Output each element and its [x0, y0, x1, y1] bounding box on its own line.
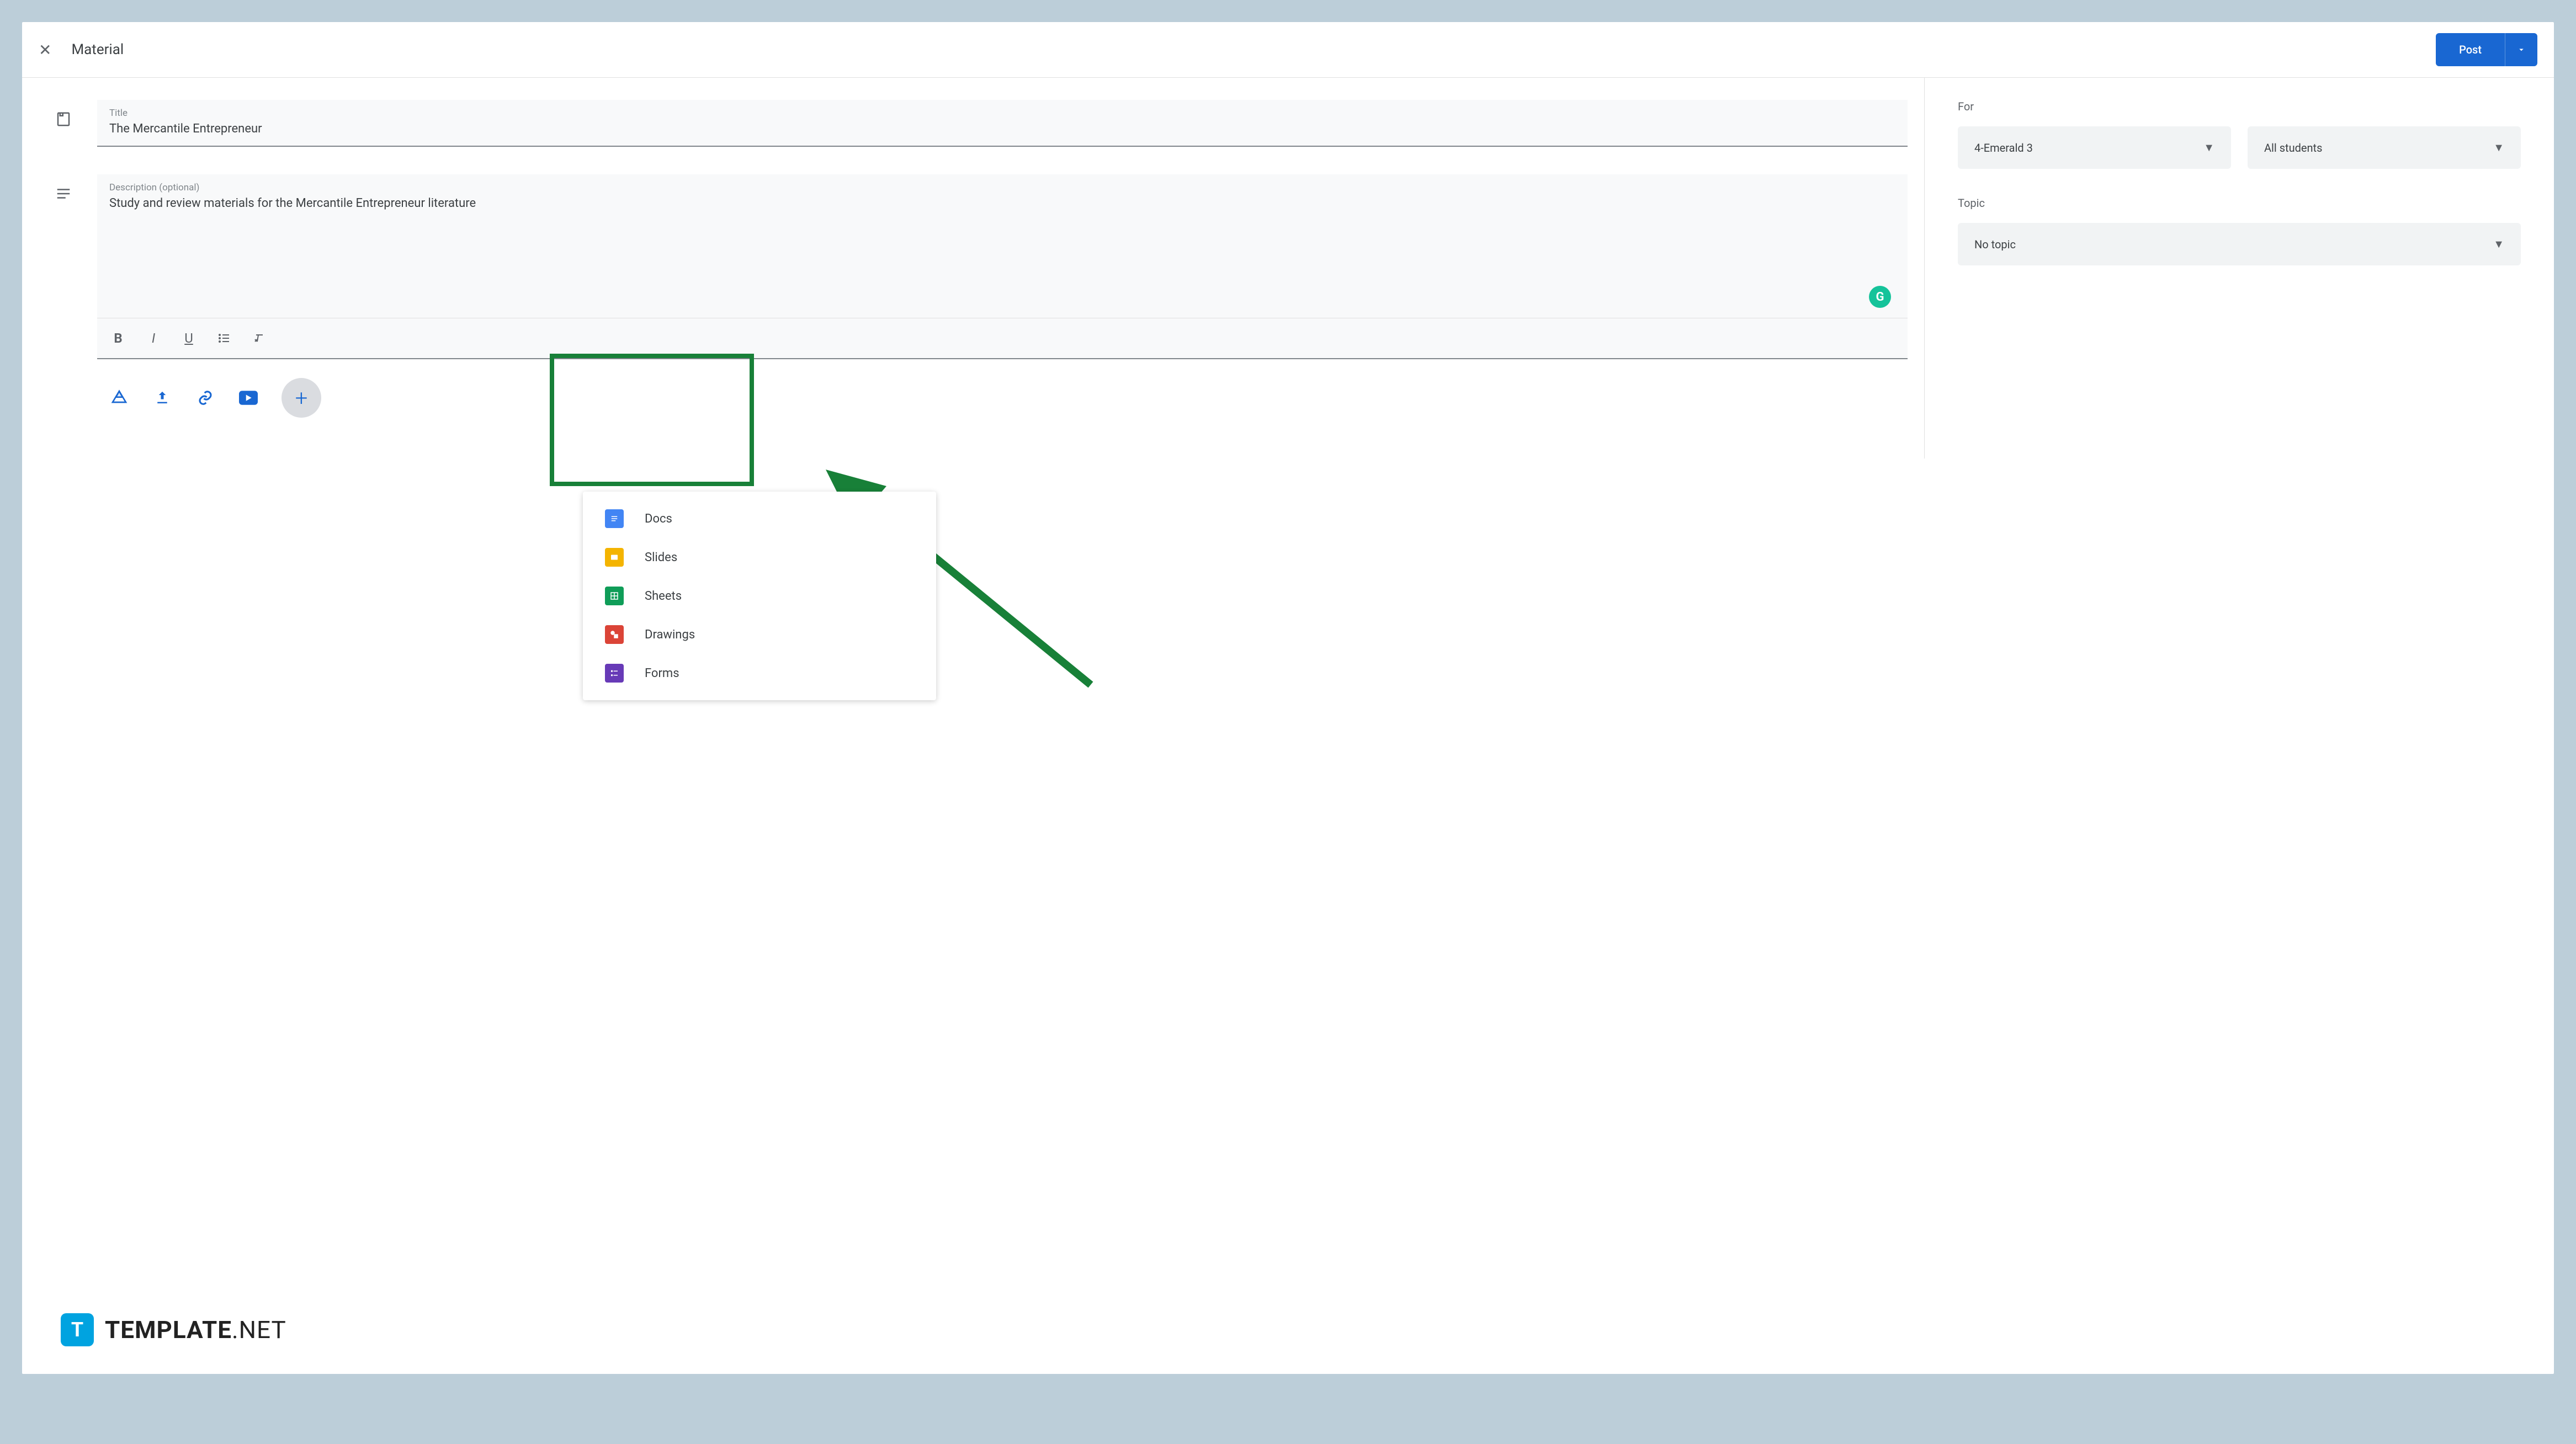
main-column: Title The Mercantile Entrepreneur Descri… — [22, 78, 1925, 459]
description-field[interactable]: Description (optional) Study and review … — [97, 174, 1908, 318]
create-menu: Docs Slides — [583, 492, 936, 700]
watermark-suffix: .NET — [232, 1315, 286, 1344]
body: Title The Mercantile Entrepreneur Descri… — [22, 78, 2554, 459]
title-row: Title The Mercantile Entrepreneur — [55, 100, 1908, 147]
docs-icon — [605, 509, 624, 528]
title-label: Title — [109, 108, 1895, 119]
link-icon[interactable] — [195, 388, 215, 408]
description-container: Description (optional) Study and review … — [97, 174, 1908, 436]
menu-item-label: Sheets — [645, 589, 682, 603]
sheets-icon — [605, 587, 624, 605]
youtube-icon[interactable] — [238, 388, 258, 408]
close-icon[interactable]: ✕ — [39, 41, 51, 59]
topic-label: Topic — [1958, 196, 2521, 210]
page-title: Material — [71, 41, 124, 58]
description-value: Study and review materials for the Merca… — [109, 196, 1895, 210]
menu-item-label: Docs — [645, 512, 672, 526]
slides-icon — [605, 548, 624, 567]
create-plus-button[interactable]: + — [281, 378, 321, 418]
watermark-icon: T — [61, 1313, 94, 1346]
header-left: ✕ Material — [39, 41, 124, 59]
drive-icon[interactable] — [109, 388, 129, 408]
description-icon — [55, 174, 75, 202]
watermark: T TEMPLATE.NET — [61, 1313, 286, 1346]
format-toolbar: B I U — [97, 318, 1908, 359]
forms-icon — [605, 664, 624, 683]
title-value: The Mercantile Entrepreneur — [109, 122, 1895, 136]
post-dropdown-button[interactable] — [2505, 33, 2537, 66]
menu-item-label: Forms — [645, 667, 679, 680]
material-editor-window: ✕ Material Post Title The Mercantile Ent… — [22, 22, 2554, 1374]
upload-icon[interactable] — [152, 388, 172, 408]
students-dropdown[interactable]: All students ▼ — [2248, 126, 2521, 169]
italic-button[interactable]: I — [145, 329, 162, 347]
watermark-text: TEMPLATE.NET — [105, 1315, 286, 1344]
class-dropdown[interactable]: 4-Emerald 3 ▼ — [1958, 126, 2231, 169]
title-icon — [55, 100, 75, 127]
watermark-brand: TEMPLATE — [105, 1315, 232, 1344]
for-row: 4-Emerald 3 ▼ All students ▼ — [1958, 126, 2521, 169]
drawings-icon — [605, 625, 624, 644]
attach-row: + Docs — [97, 359, 1908, 436]
chevron-down-icon: ▼ — [2493, 237, 2504, 251]
menu-item-forms[interactable]: Forms — [583, 654, 936, 692]
post-button[interactable]: Post — [2436, 33, 2505, 66]
chevron-down-icon: ▼ — [2203, 141, 2214, 154]
menu-item-label: Slides — [645, 551, 677, 564]
bold-button[interactable]: B — [109, 329, 127, 347]
grammarly-icon[interactable]: G — [1869, 286, 1891, 308]
topic-value: No topic — [1974, 238, 2016, 251]
title-field[interactable]: Title The Mercantile Entrepreneur — [97, 100, 1908, 147]
description-row: Description (optional) Study and review … — [55, 174, 1908, 436]
underline-button[interactable]: U — [180, 329, 198, 347]
description-label: Description (optional) — [109, 182, 1895, 193]
class-value: 4-Emerald 3 — [1974, 141, 2033, 154]
menu-item-label: Drawings — [645, 628, 695, 642]
annotation-highlight-box — [550, 354, 754, 486]
bullet-list-button[interactable] — [215, 329, 233, 347]
menu-item-docs[interactable]: Docs — [583, 499, 936, 538]
post-button-group: Post — [2436, 33, 2537, 66]
clear-format-button[interactable] — [251, 329, 268, 347]
topic-dropdown[interactable]: No topic ▼ — [1958, 223, 2521, 265]
header-bar: ✕ Material Post — [22, 22, 2554, 78]
chevron-down-icon — [2516, 45, 2526, 55]
menu-item-sheets[interactable]: Sheets — [583, 577, 936, 615]
menu-item-slides[interactable]: Slides — [583, 538, 936, 577]
students-value: All students — [2264, 141, 2322, 154]
sidebar: For 4-Emerald 3 ▼ All students ▼ Topic N… — [1925, 78, 2554, 459]
chevron-down-icon: ▼ — [2493, 141, 2504, 154]
for-label: For — [1958, 100, 2521, 113]
menu-item-drawings[interactable]: Drawings — [583, 615, 936, 654]
